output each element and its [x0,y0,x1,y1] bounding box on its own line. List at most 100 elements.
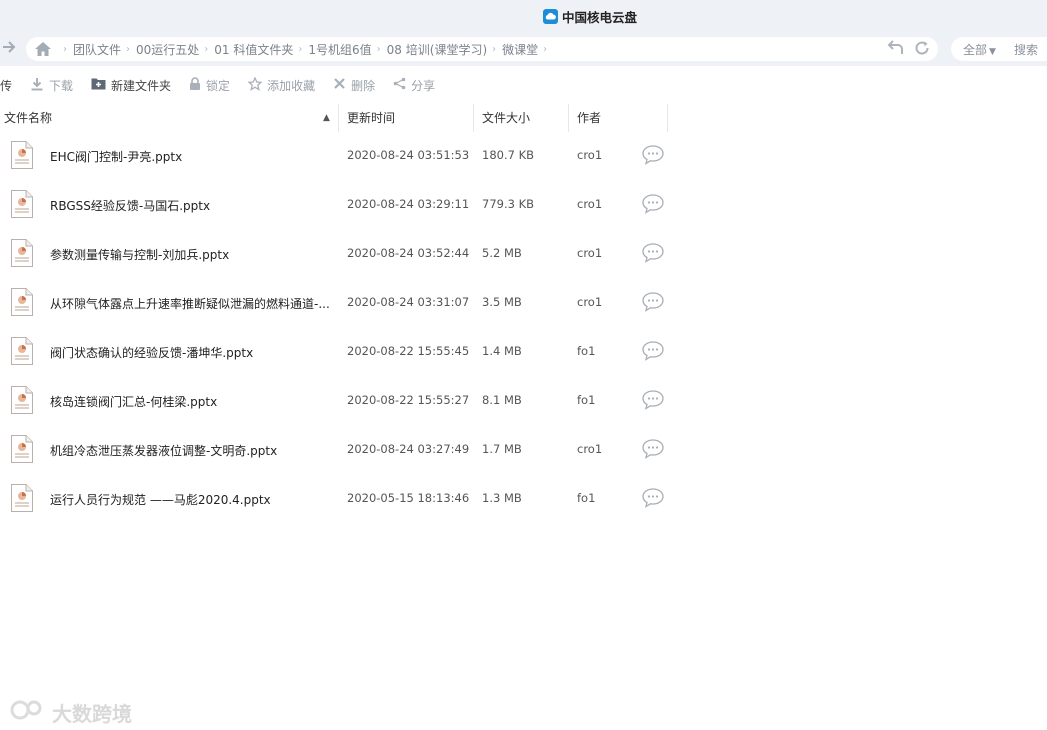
pptx-file-icon [10,238,34,268]
search-button[interactable]: 搜索 [1014,41,1038,58]
file-time: 2020-08-24 03:31:07 [347,295,470,309]
pptx-file-icon [10,189,34,219]
address-bar: › 团队文件 › 00运行五处 › 01 科值文件夹 › 1号机组6值 › 08… [0,32,1047,66]
comment-icon[interactable] [641,438,665,460]
table-row[interactable]: RBGSS经验反馈-马国石.pptx 2020-08-24 03:29:11 7… [0,180,680,229]
chevron-right-icon: › [63,43,67,55]
chevron-right-icon: › [126,43,131,55]
table-row[interactable]: 阀门状态确认的经验反馈-潘坤华.pptx 2020-08-22 15:55:45… [0,327,680,376]
add-favorite-button[interactable]: 添加收藏 [247,75,316,94]
new-folder-label: 新建文件夹 [111,78,172,93]
home-icon[interactable] [34,41,52,57]
file-author: fo1 [577,491,596,505]
comment-icon[interactable] [641,193,665,215]
file-size: 5.2 MB [482,246,522,260]
column-header-author[interactable]: 作者 [568,104,668,132]
file-size: 1.7 MB [482,442,522,456]
file-author: cro1 [577,246,603,260]
go-back-icon[interactable] [886,40,904,60]
delete-label: 删除 [351,78,376,93]
breadcrumb: › 团队文件 › 00运行五处 › 01 科值文件夹 › 1号机组6值 › 08… [26,37,938,61]
file-time: 2020-08-22 15:55:27 [347,393,470,407]
file-author: cro1 [577,197,603,211]
column-header-name[interactable]: 文件名称 [0,104,338,132]
pptx-file-icon [10,140,34,170]
column-header-time[interactable]: 更新时间 [338,104,473,132]
breadcrumb-item[interactable]: 08 培训(课堂学习) [387,41,487,58]
file-name[interactable]: 核岛连锁阀门汇总-何桂梁.pptx [50,393,217,410]
file-time: 2020-08-22 15:55:45 [347,344,470,358]
file-name[interactable]: 从环隙气体露点上升速率推断疑似泄漏的燃料通道-... [50,295,330,312]
table-row[interactable]: 参数测量传输与控制-刘加兵.pptx 2020-08-24 03:52:44 5… [0,229,680,278]
share-button[interactable]: 分享 [393,77,435,94]
chevron-right-icon: › [204,43,209,55]
comment-icon[interactable] [641,487,665,509]
app-title-text: 中国核电云盘 [562,9,638,25]
app-title: 中国核电云盘 [543,7,637,25]
comment-icon[interactable] [641,291,665,313]
table-header: 文件名称 ▲ 更新时间 文件大小 作者 [0,104,668,132]
file-time: 2020-08-24 03:52:44 [347,246,470,260]
file-time: 2020-05-15 18:13:46 [347,491,470,505]
lock-icon [189,76,201,94]
share-label: 分享 [411,78,436,93]
lock-label: 锁定 [206,78,231,93]
file-list: EHC阀门控制-尹亮.pptx 2020-08-24 03:51:53 180.… [0,131,680,523]
upload-label: 传 [0,78,13,93]
file-size: 180.7 KB [482,148,535,162]
scope-label: 全部 [963,42,988,57]
file-size: 1.3 MB [482,491,522,505]
sort-ascending-icon[interactable]: ▲ [323,113,330,123]
table-row[interactable]: 核岛连锁阀门汇总-何桂梁.pptx 2020-08-22 15:55:27 8.… [0,376,680,425]
watermark-logo-icon [10,699,46,726]
pptx-file-icon [10,287,34,317]
comment-icon[interactable] [641,242,665,264]
file-name[interactable]: EHC阀门控制-尹亮.pptx [50,148,182,165]
chevron-right-icon: › [492,43,497,55]
file-time: 2020-08-24 03:27:49 [347,442,470,456]
pptx-file-icon [10,483,34,513]
refresh-icon[interactable] [914,40,930,60]
delete-button[interactable]: 删除 [333,77,375,94]
breadcrumb-item-current[interactable]: 微课堂 [502,41,538,58]
star-icon [247,75,263,94]
download-button[interactable]: 下载 [30,77,73,94]
lock-button[interactable]: 锁定 [189,76,231,94]
file-name[interactable]: 机组冷态泄压蒸发器液位调整-文明奇.pptx [50,442,277,459]
breadcrumb-item[interactable]: 01 科值文件夹 [214,41,293,58]
comment-icon[interactable] [641,340,665,362]
pptx-file-icon [10,385,34,415]
breadcrumb-item[interactable]: 1号机组6值 [308,41,371,58]
watermark-text: 大数跨境 [52,702,132,726]
breadcrumb-tools [886,40,930,60]
table-row[interactable]: 运行人员行为规范 ——马彪2020.4.pptx 2020-05-15 18:1… [0,474,680,523]
file-name[interactable]: 参数测量传输与控制-刘加兵.pptx [50,246,229,263]
comment-icon[interactable] [641,144,665,166]
cloud-drive-logo-icon [543,8,558,24]
scope-dropdown[interactable]: 全部 ▼ [963,41,996,58]
chevron-right-icon: › [298,43,303,55]
download-label: 下载 [49,78,74,93]
pptx-file-icon [10,434,34,464]
table-row[interactable]: 机组冷态泄压蒸发器液位调整-文明奇.pptx 2020-08-24 03:27:… [0,425,680,474]
table-row[interactable]: EHC阀门控制-尹亮.pptx 2020-08-24 03:51:53 180.… [0,131,680,180]
add-favorite-label: 添加收藏 [267,78,316,93]
file-name[interactable]: 阀门状态确认的经验反馈-潘坤华.pptx [50,344,253,361]
new-folder-icon [91,77,106,93]
column-header-size[interactable]: 文件大小 [473,104,568,132]
file-author: cro1 [577,295,603,309]
file-name[interactable]: RBGSS经验反馈-马国石.pptx [50,197,210,214]
new-folder-button[interactable]: 新建文件夹 [91,77,171,94]
toolbar: 传 下载 新建文件夹 锁定 添加收藏 删除 分享 [0,70,1047,100]
upload-button[interactable]: 传 [0,77,12,94]
delete-x-icon [333,77,346,93]
file-author: fo1 [577,344,596,358]
breadcrumb-item[interactable]: 团队文件 [73,41,121,58]
comment-icon[interactable] [641,389,665,411]
search-scope: 全部 ▼ 搜索 [951,37,1047,61]
title-bar: 中国核电云盘 [0,0,1047,32]
forward-arrow-icon[interactable] [2,40,20,58]
breadcrumb-item[interactable]: 00运行五处 [136,41,199,58]
table-row[interactable]: 从环隙气体露点上升速率推断疑似泄漏的燃料通道-... 2020-08-24 03… [0,278,680,327]
file-name[interactable]: 运行人员行为规范 ——马彪2020.4.pptx [50,491,271,508]
